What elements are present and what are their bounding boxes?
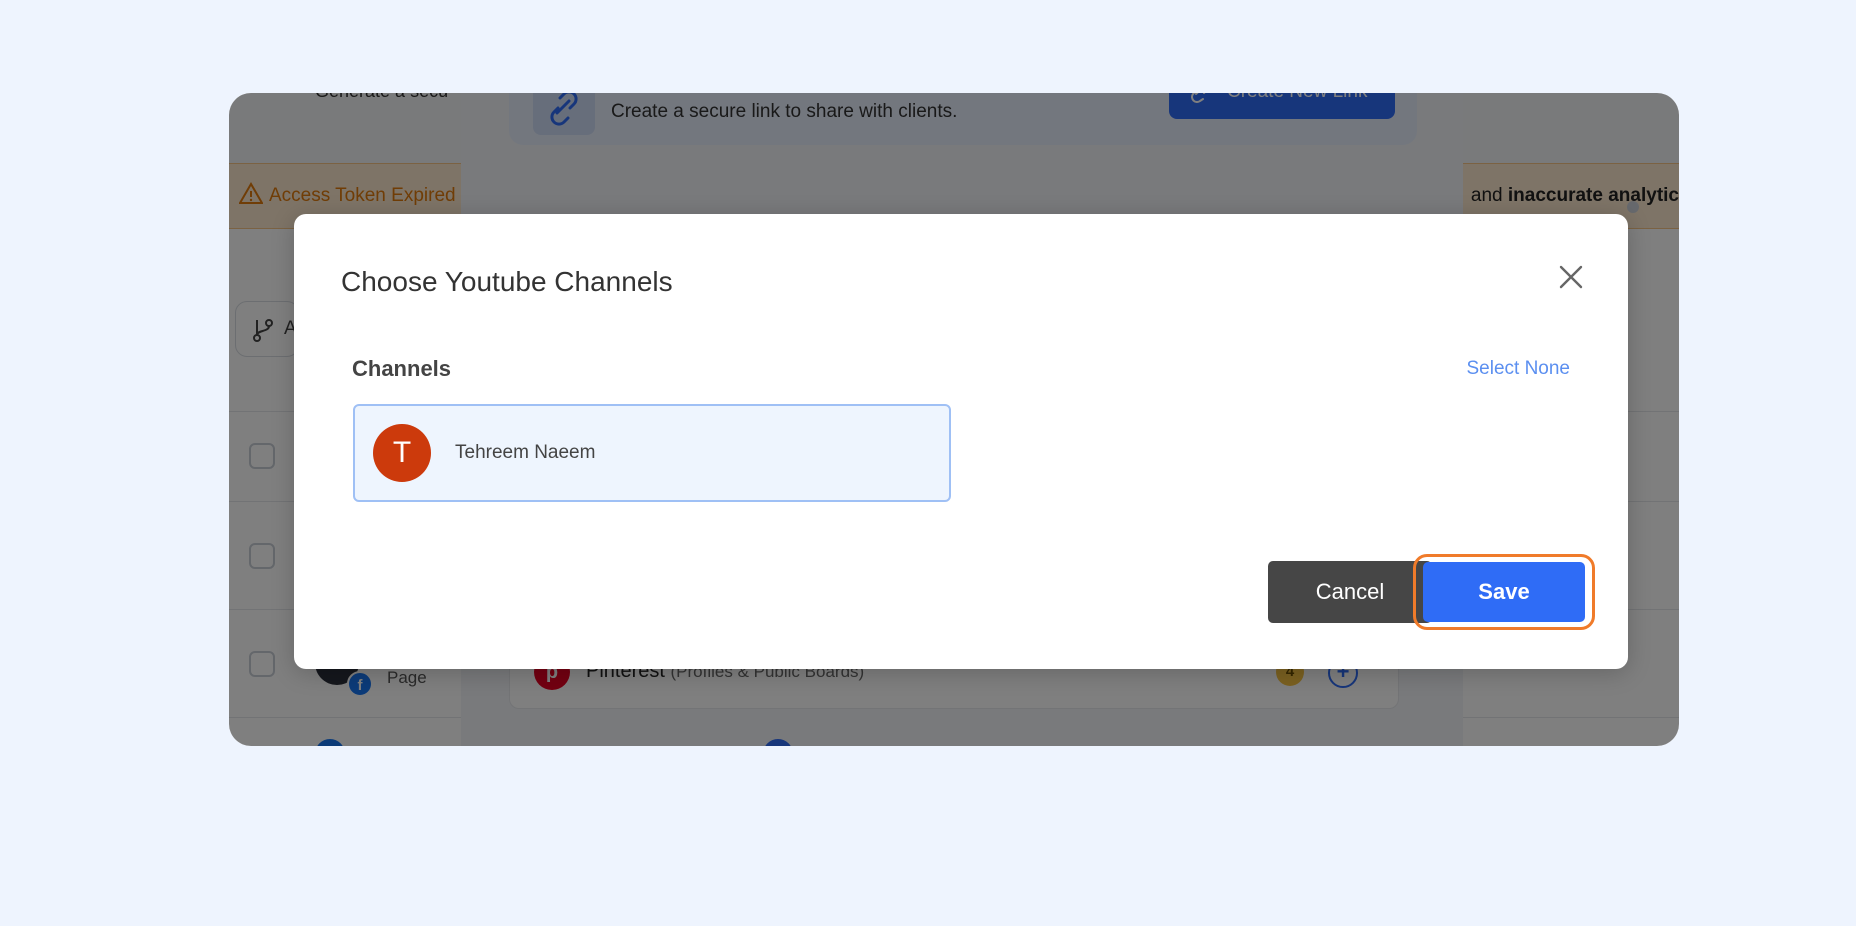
channels-heading: Channels xyxy=(352,356,452,381)
cancel-button[interactable]: Cancel xyxy=(1268,561,1432,623)
channel-option[interactable]: T Tehreem Naeem xyxy=(353,404,951,502)
channel-name: Tehreem Naeem xyxy=(455,442,596,463)
close-icon xyxy=(1559,265,1583,289)
app-window: Generate a secu Access Token Expired and… xyxy=(229,93,1679,746)
dialog-title: Choose Youtube Channels xyxy=(341,266,673,297)
close-button[interactable] xyxy=(1556,262,1586,292)
select-none-link[interactable]: Select None xyxy=(1466,358,1570,380)
save-button[interactable]: Save xyxy=(1423,562,1585,622)
avatar: T xyxy=(373,424,431,482)
choose-channels-dialog: Choose Youtube Channels Channels Select … xyxy=(294,214,1628,669)
